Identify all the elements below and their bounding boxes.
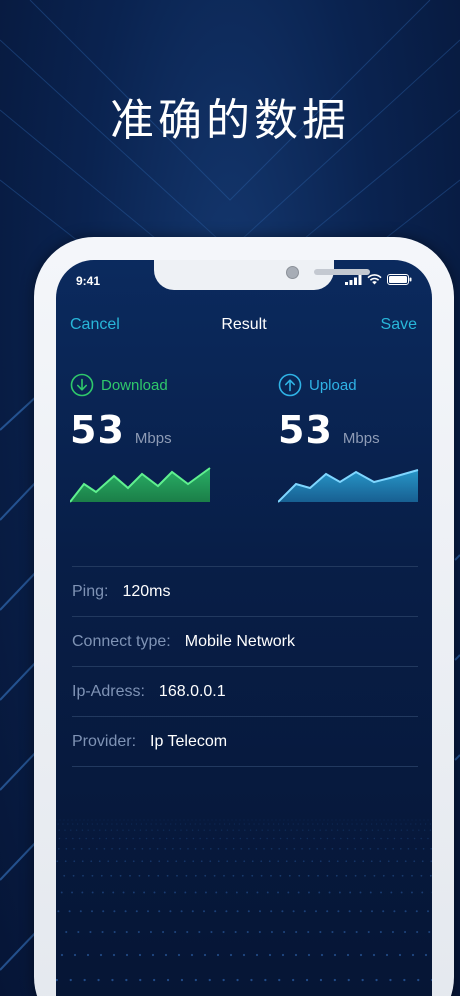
provider-label: Provider:	[72, 732, 137, 750]
notch	[154, 260, 370, 290]
upload-value: 53	[278, 408, 333, 452]
upload-label: Upload	[309, 376, 357, 394]
battery-icon	[387, 274, 412, 285]
wifi-icon	[367, 274, 382, 285]
camera-icon	[286, 266, 299, 279]
download-label: Download	[101, 376, 168, 394]
status-time: 9:41	[76, 274, 101, 288]
provider-value: Ip Telecom	[150, 732, 228, 750]
download-arrow-icon	[70, 373, 94, 397]
ping-label: Ping:	[72, 582, 109, 600]
ping-value: 120ms	[122, 582, 171, 600]
info-row-ip-address: Ip-Adress: 168.0.0.1	[72, 666, 418, 716]
info-row-provider: Provider: Ip Telecom	[72, 716, 418, 767]
connect-type-label: Connect type:	[72, 632, 171, 650]
download-sparkline	[70, 467, 211, 503]
info-row-connect-type: Connect type: Mobile Network	[72, 616, 418, 666]
ip-address-label: Ip-Adress:	[72, 682, 145, 700]
phone-screen: 9:41 Cancel Result Save Download 53 Mbps…	[56, 260, 432, 996]
upload-metric: Upload 53 Mbps	[278, 372, 428, 452]
page-title: Result	[221, 316, 267, 333]
download-unit: Mbps	[134, 430, 172, 447]
upload-arrow-icon	[278, 373, 302, 397]
nav-bar: Cancel Result Save	[56, 314, 432, 338]
download-value: 53	[70, 408, 125, 452]
connect-type-value: Mobile Network	[184, 632, 295, 650]
info-list: Ping: 120ms Connect type: Mobile Network…	[72, 566, 418, 767]
status-icons	[345, 274, 412, 285]
upload-unit: Mbps	[342, 430, 380, 447]
dot-grid-decoration	[56, 819, 432, 982]
info-row-ping: Ping: 120ms	[72, 566, 418, 616]
download-metric: Download 53 Mbps	[70, 372, 220, 452]
upload-sparkline	[278, 469, 419, 503]
save-button[interactable]: Save	[381, 316, 417, 334]
signal-icon	[345, 274, 362, 285]
ip-address-value: 168.0.0.1	[158, 682, 226, 700]
headline: 准确的数据	[110, 95, 350, 146]
